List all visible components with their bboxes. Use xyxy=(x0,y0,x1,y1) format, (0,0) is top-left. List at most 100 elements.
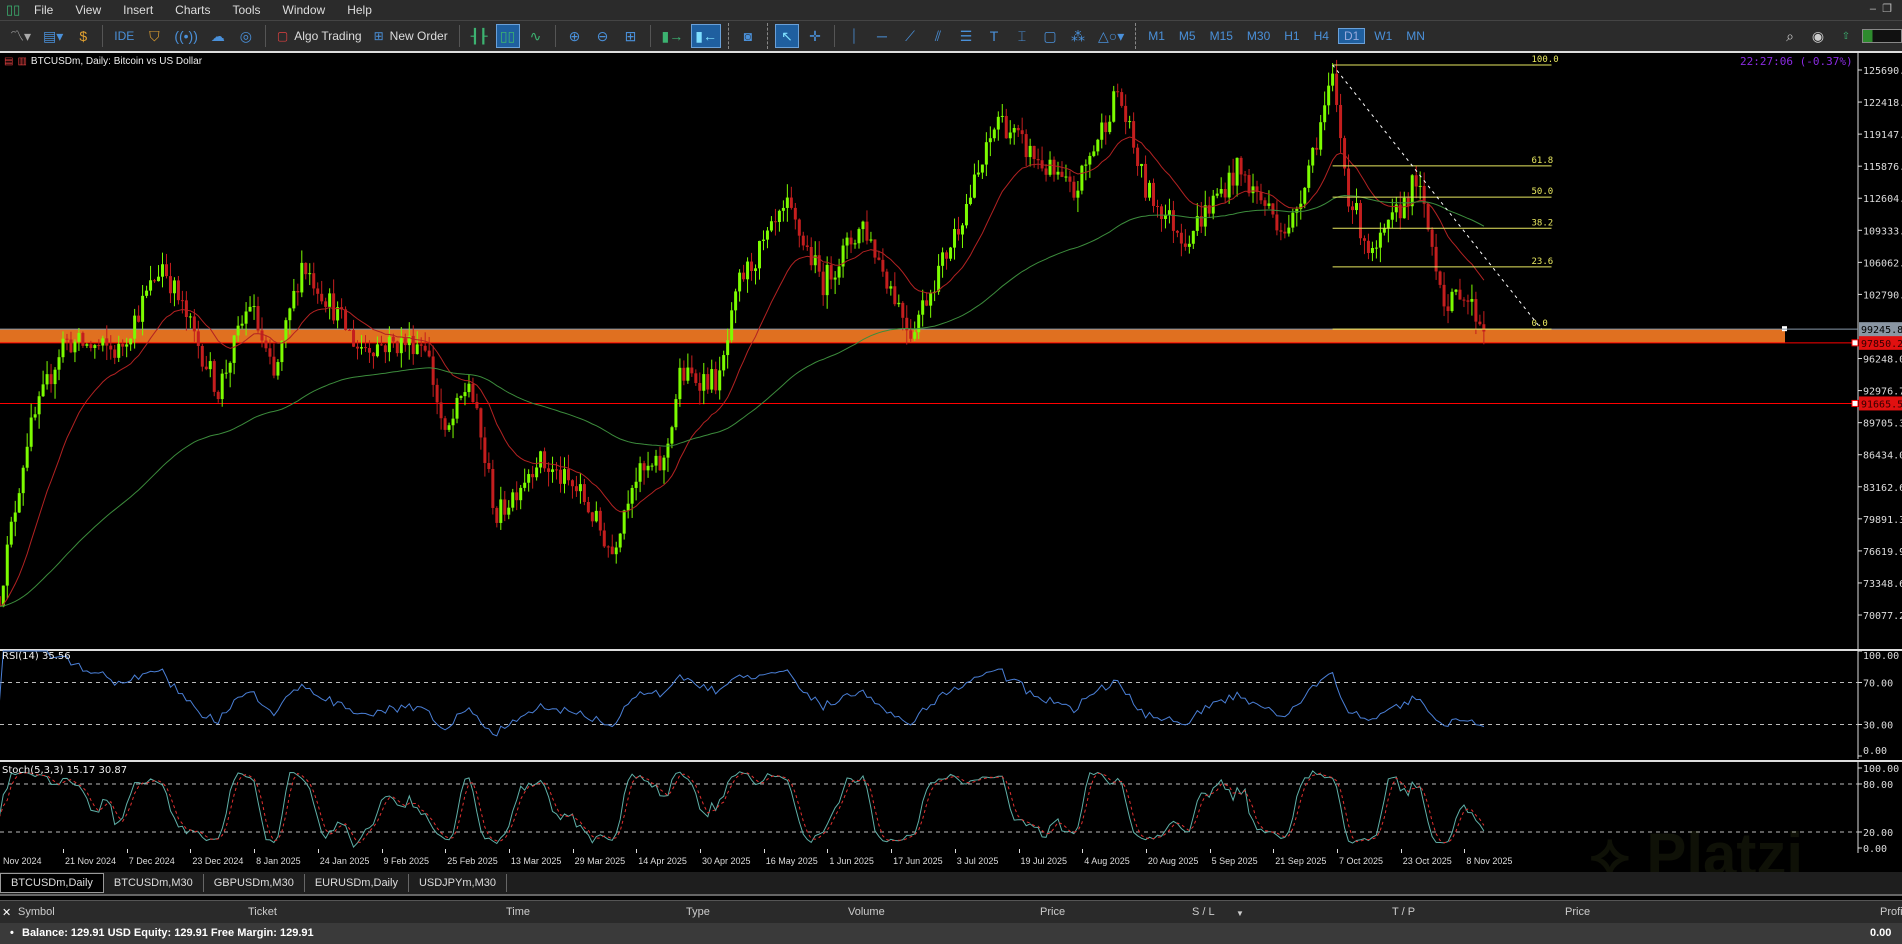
bar-chart-icon[interactable]: ┨┠ xyxy=(467,24,492,48)
bull-candle xyxy=(172,280,176,294)
col-price[interactable]: Price xyxy=(1040,906,1065,918)
ide-button[interactable]: IDE xyxy=(110,24,138,48)
chart-shift-icon[interactable]: ▮← xyxy=(691,24,721,48)
chart-type-icon[interactable]: 〽▾ xyxy=(6,24,35,48)
col-symbol[interactable]: Symbol xyxy=(18,906,55,918)
tile-windows-icon[interactable]: ⊞ xyxy=(619,24,643,48)
tab-usdjpym-m30[interactable]: USDJPYm,M30 xyxy=(409,874,507,892)
market-bag-icon[interactable]: ⛉ xyxy=(142,24,166,48)
signals-icon[interactable]: ((•)) xyxy=(170,24,202,48)
timeframe-h4[interactable]: H4 xyxy=(1309,29,1334,43)
algo-trading-button[interactable]: ▢ Algo Trading xyxy=(273,24,366,48)
col-ticket[interactable]: Ticket xyxy=(248,906,277,918)
templates-icon[interactable]: ▤▾ xyxy=(39,24,67,48)
bull-candle xyxy=(33,414,37,418)
bull-candle xyxy=(25,446,29,468)
bear-candle xyxy=(909,330,913,339)
account-icon[interactable]: ◉ xyxy=(1806,24,1830,48)
screenshot-icon[interactable]: ◙ xyxy=(736,24,760,48)
more-objects-icon[interactable]: △○▾ xyxy=(1094,24,1128,48)
menu-insert[interactable]: Insert xyxy=(113,3,165,17)
col-type[interactable]: Type xyxy=(686,906,710,918)
auto-scroll-icon[interactable]: ▮→ xyxy=(658,24,688,48)
search-icon[interactable]: ⌕ xyxy=(1778,24,1802,48)
time-label: 8 Jan 2025 xyxy=(256,856,301,866)
menu-window[interactable]: Window xyxy=(273,3,338,17)
menu-tools[interactable]: Tools xyxy=(223,3,273,17)
time-tick xyxy=(63,849,64,853)
label-icon[interactable]: ⌶ xyxy=(1010,24,1034,48)
candlestick-icon[interactable]: ▯▯ xyxy=(495,24,520,48)
bull-candle xyxy=(769,221,773,231)
bear-candle xyxy=(491,468,495,508)
col-current-price[interactable]: Price xyxy=(1565,906,1590,918)
time-tick xyxy=(508,849,510,853)
tab-btcusdm-m30[interactable]: BTCUSDm,M30 xyxy=(104,874,204,892)
tab-eurusdm-daily[interactable]: EURUSDm,Daily xyxy=(305,874,409,892)
window-controls[interactable]: – ❐ xyxy=(1870,2,1892,15)
menu-file[interactable]: File xyxy=(24,3,65,17)
bear-candle xyxy=(658,455,662,471)
bear-candle xyxy=(1259,192,1263,201)
col-sl[interactable]: S / L xyxy=(1192,906,1215,918)
fib-level-label: 0.0 xyxy=(1532,319,1548,329)
timeframe-mn[interactable]: MN xyxy=(1401,29,1430,43)
vertical-line-icon[interactable]: ⏐ xyxy=(842,24,866,48)
vps-icon[interactable]: ◎ xyxy=(234,24,258,48)
rsi-panel[interactable]: 100.00 70.00 30.00 0.00 xyxy=(0,649,1902,759)
trade-table-header: ✕ Symbol Ticket Time Type Volume Price S… xyxy=(0,900,1902,923)
shapes-icon[interactable]: ▢ xyxy=(1038,24,1062,48)
close-toolbox-icon[interactable]: ✕ xyxy=(2,906,11,919)
col-profit[interactable]: Profit xyxy=(1880,906,1902,918)
menu-help[interactable]: Help xyxy=(337,3,384,17)
bull-candle xyxy=(37,396,41,415)
bull-candle xyxy=(618,533,622,548)
fibonacci-icon[interactable]: ☰ xyxy=(954,24,978,48)
text-icon[interactable]: T xyxy=(982,24,1006,48)
menu-view[interactable]: View xyxy=(65,3,113,17)
trendline-icon[interactable]: ⟋ xyxy=(898,24,922,48)
col-tp[interactable]: T / P xyxy=(1392,906,1415,918)
zoom-out-icon[interactable]: ⊖ xyxy=(591,24,615,48)
bear-candle xyxy=(1116,91,1120,93)
tab-btcusdm-daily[interactable]: BTCUSDm,Daily xyxy=(0,873,104,893)
separator xyxy=(1135,23,1137,49)
timeframe-m15[interactable]: M15 xyxy=(1205,29,1238,43)
cursor-icon[interactable]: ↖ xyxy=(774,24,799,48)
bull-candle xyxy=(1394,204,1398,213)
bull-candle xyxy=(1323,105,1327,123)
bull-candle xyxy=(722,355,726,371)
timeframe-d1[interactable]: D1 xyxy=(1337,28,1366,44)
bull-candle xyxy=(208,361,212,370)
price-chart[interactable]: 125690.20 122418.85 119147.50 115876.15 1126… xyxy=(0,53,1902,649)
time-tick xyxy=(954,849,956,853)
timeframe-m30[interactable]: M30 xyxy=(1242,29,1275,43)
bull-candle xyxy=(765,230,769,240)
new-order-button[interactable]: ⊞ New Order xyxy=(370,24,452,48)
zoom-in-icon[interactable]: ⊕ xyxy=(563,24,587,48)
channel-icon[interactable]: ⫽ xyxy=(926,24,950,48)
timeframe-m5[interactable]: M5 xyxy=(1174,29,1201,43)
crosshair-icon[interactable]: ✛ xyxy=(803,24,827,48)
timeframe-h1[interactable]: H1 xyxy=(1279,29,1304,43)
bull-candle xyxy=(280,340,284,363)
tab-gbpusdm-m30[interactable]: GBPUSDm,M30 xyxy=(204,874,305,892)
bull-candle xyxy=(758,240,761,269)
time-tick xyxy=(1273,849,1275,853)
horizontal-line-icon[interactable]: ─ xyxy=(870,24,894,48)
balance-text: Balance: 129.91 USD Equity: 129.91 Free … xyxy=(22,927,314,939)
level-icon[interactable]: ⇧ xyxy=(1834,24,1858,48)
timeframe-m1[interactable]: M1 xyxy=(1143,29,1170,43)
timeframe-w1[interactable]: W1 xyxy=(1369,29,1397,43)
col-time[interactable]: Time xyxy=(506,906,530,918)
line-chart-icon[interactable]: ∿ xyxy=(524,24,548,48)
time-label: 7 Dec 2024 xyxy=(128,856,175,866)
dollar-icon[interactable]: $ xyxy=(71,24,95,48)
cloud-icon[interactable]: ☁ xyxy=(206,24,230,48)
menu-bar: ▯▯ File View Insert Charts Tools Window … xyxy=(0,0,1902,20)
sort-desc-icon[interactable]: ▼ xyxy=(1236,909,1244,918)
elliott-icon[interactable]: ⁂ xyxy=(1066,24,1090,48)
bull-candle xyxy=(1108,121,1112,133)
col-volume[interactable]: Volume xyxy=(848,906,885,918)
menu-charts[interactable]: Charts xyxy=(165,3,222,17)
